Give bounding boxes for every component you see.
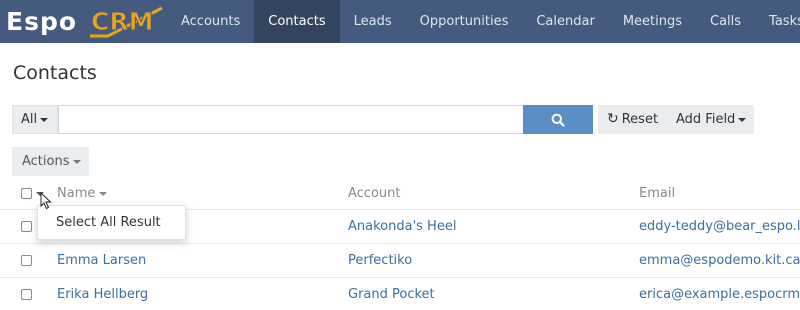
filter-label: All <box>21 112 38 127</box>
select-options-dropdown: Select All Result <box>37 205 186 240</box>
mouse-cursor-icon <box>40 192 52 210</box>
nav-tab-leads[interactable]: Leads <box>340 0 406 43</box>
nav-tab-accounts[interactable]: Accounts <box>167 0 254 43</box>
search-input[interactable] <box>58 105 524 134</box>
row-account-link[interactable]: Perfectiko <box>348 244 412 278</box>
select-all-checkbox[interactable] <box>21 188 32 199</box>
nav-tab-meetings[interactable]: Meetings <box>609 0 696 43</box>
column-header-email[interactable]: Email <box>639 177 675 210</box>
row-email-link[interactable]: eddy-teddy@bear_espo.lu <box>639 210 800 244</box>
page-title: Contacts <box>13 62 97 84</box>
actions-dropdown-button[interactable]: Actions <box>12 147 89 176</box>
nav-tab-calendar[interactable]: Calendar <box>522 0 608 43</box>
nav-tab-calls[interactable]: Calls <box>696 0 755 43</box>
reset-button[interactable]: ↻ Reset <box>598 105 667 134</box>
caret-down-icon <box>40 117 49 122</box>
filter-dropdown-button[interactable]: All <box>12 105 58 134</box>
column-header-account[interactable]: Account <box>348 177 401 210</box>
logo-text-crm: CRM <box>90 7 154 37</box>
add-field-label: Add Field <box>676 112 736 127</box>
table-row: Erika Hellberg Grand Pocket erica@exampl… <box>0 278 800 310</box>
nav-tab-contacts[interactable]: Contacts <box>254 0 340 43</box>
row-account-link[interactable]: Grand Pocket <box>348 278 435 310</box>
row-checkbox[interactable] <box>21 221 32 232</box>
main-nav-tabs: Accounts Contacts Leads Opportunities Ca… <box>167 0 800 43</box>
search-icon <box>551 113 565 127</box>
row-checkbox[interactable] <box>21 289 32 300</box>
select-all-result-menu-item[interactable]: Select All Result <box>56 206 161 240</box>
nav-tab-tasks[interactable]: Tasks <box>755 0 800 43</box>
logo-crm-badge: CRM <box>88 6 164 38</box>
row-checkbox[interactable] <box>21 255 32 266</box>
espocrm-logo[interactable]: Espo CRM <box>6 5 164 39</box>
navbar: Espo CRM Accounts Contacts Leads Opportu… <box>0 0 800 43</box>
refresh-icon: ↻ <box>607 111 619 127</box>
add-field-button[interactable]: Add Field <box>667 105 754 134</box>
row-email-link[interactable]: erica@example.espocrm.com <box>639 278 800 310</box>
caret-down-icon <box>72 159 81 164</box>
sort-caret-icon <box>99 191 108 196</box>
search-button[interactable] <box>523 105 593 134</box>
row-name-link[interactable]: Erika Hellberg <box>57 278 148 310</box>
actions-label: Actions <box>22 154 70 169</box>
table-row: Emma Larsen Perfectiko emma@espodemo.kit… <box>0 244 800 278</box>
logo-text-espo: Espo <box>6 7 78 36</box>
row-name-link[interactable]: Emma Larsen <box>57 244 146 278</box>
row-account-link[interactable]: Anakonda's Heel <box>348 210 456 244</box>
row-email-link[interactable]: emma@espodemo.kit.ca <box>639 244 800 278</box>
column-header-name-label: Name <box>57 186 96 201</box>
caret-down-icon <box>738 117 747 122</box>
nav-tab-opportunities[interactable]: Opportunities <box>406 0 523 43</box>
reset-label: Reset <box>621 112 659 127</box>
